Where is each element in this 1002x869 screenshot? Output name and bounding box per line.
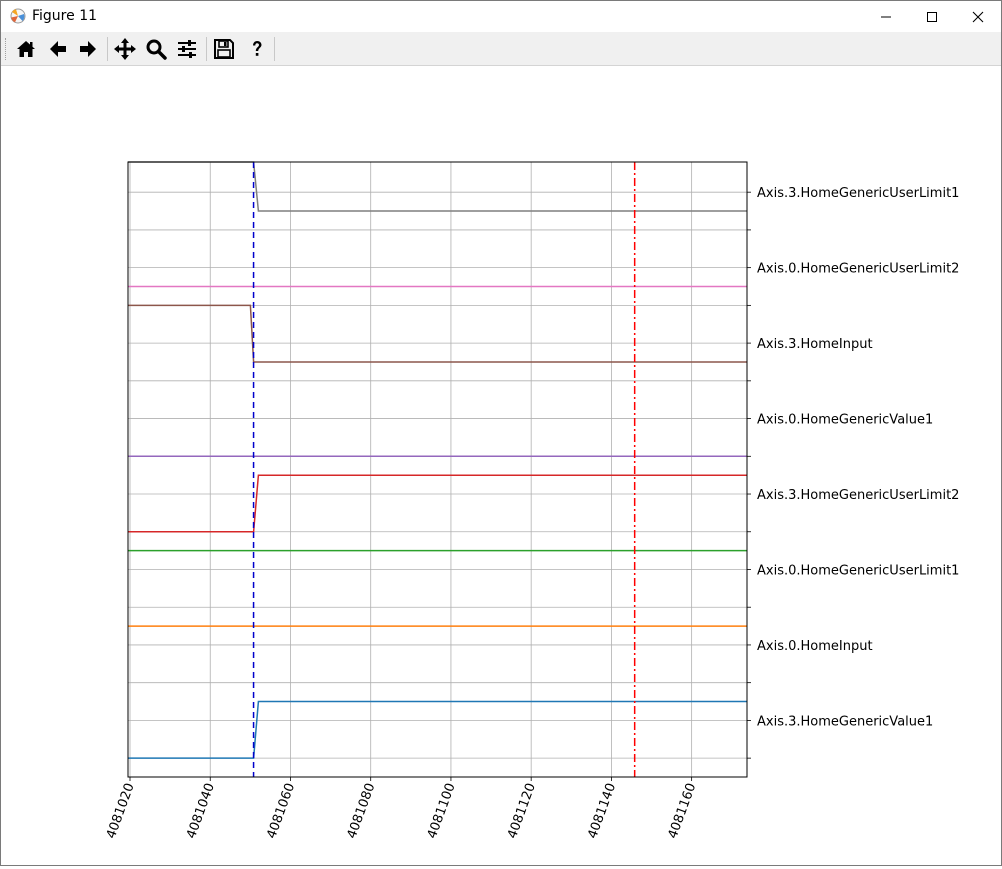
y-tick-label: Axis.0.HomeGenericValue1 xyxy=(757,413,933,428)
x-tick-label: 4081120 xyxy=(505,781,539,841)
floppy-disk-icon xyxy=(214,39,234,59)
axes-frame xyxy=(127,161,748,778)
x-tick-label: 4081060 xyxy=(264,781,298,841)
question-icon xyxy=(253,41,262,56)
minimize-icon xyxy=(881,16,891,17)
maximize-button[interactable] xyxy=(909,1,955,32)
x-tick-label: 4081020 xyxy=(104,781,138,841)
pan-button[interactable] xyxy=(112,36,138,62)
x-tick-label: 4081140 xyxy=(585,781,619,841)
marker-lines xyxy=(252,162,636,777)
series-line-7 xyxy=(128,161,747,212)
series-line-3 xyxy=(128,474,747,533)
configure-subplots-button[interactable] xyxy=(174,36,200,62)
line-plot[interactable]: 4081020 4081040 4081060 4081080 4081100 40811… xyxy=(1,66,1001,865)
x-tick-label: 4081160 xyxy=(665,781,699,841)
save-button[interactable] xyxy=(211,36,237,62)
y-tick-label: Axis.0.HomeGenericUserLimit1 xyxy=(757,563,959,578)
home-button[interactable] xyxy=(13,36,39,62)
forward-button[interactable] xyxy=(75,36,101,62)
close-button[interactable] xyxy=(955,1,1001,32)
back-button[interactable] xyxy=(45,36,71,62)
maximize-icon xyxy=(927,11,937,22)
y-tick-label: Axis.3.HomeGenericValue1 xyxy=(757,714,933,729)
toolbar-separator xyxy=(107,37,108,61)
toolbar-separator xyxy=(274,37,275,61)
matplotlib-app-icon xyxy=(10,8,26,24)
x-tick-label: 4081040 xyxy=(184,781,218,841)
toolbar-separator xyxy=(206,37,207,61)
y-tick-label: Axis.0.HomeInput xyxy=(757,639,873,654)
help-button[interactable] xyxy=(244,36,270,62)
close-icon xyxy=(972,11,984,22)
axes: 4081020 4081040 4081060 4081080 4081100 40811… xyxy=(104,161,959,841)
move-icon xyxy=(114,38,136,60)
series-line-0 xyxy=(128,700,747,759)
window-title: Figure 11 xyxy=(32,8,98,24)
figure-canvas[interactable]: 4081020 4081040 4081060 4081080 4081100 40811… xyxy=(1,66,1001,865)
grid xyxy=(128,162,747,777)
x-tick-label: 4081080 xyxy=(345,781,379,841)
title-bar[interactable]: Figure 11 xyxy=(1,1,1001,32)
arrow-left-icon xyxy=(50,41,66,57)
series xyxy=(128,161,747,759)
minimize-button[interactable] xyxy=(863,1,909,32)
series-line-5 xyxy=(128,304,747,363)
figure-window: Figure 11 4081020 4081040 4081060 408108… xyxy=(0,0,1002,866)
navigation-toolbar xyxy=(1,32,1001,66)
magnifier-icon xyxy=(146,39,167,60)
arrow-right-icon xyxy=(80,41,96,57)
sliders-icon xyxy=(178,40,196,58)
home-icon xyxy=(17,41,35,57)
y-tick-label: Axis.3.HomeInput xyxy=(757,337,873,352)
y-tick-label: Axis.3.HomeGenericUserLimit1 xyxy=(757,186,959,201)
y-tick-label: Axis.0.HomeGenericUserLimit2 xyxy=(757,262,959,277)
toolbar-grip[interactable] xyxy=(5,38,9,60)
x-tick-label: 4081100 xyxy=(425,781,459,841)
y-tick-label: Axis.3.HomeGenericUserLimit2 xyxy=(757,488,959,503)
zoom-button[interactable] xyxy=(143,36,169,62)
